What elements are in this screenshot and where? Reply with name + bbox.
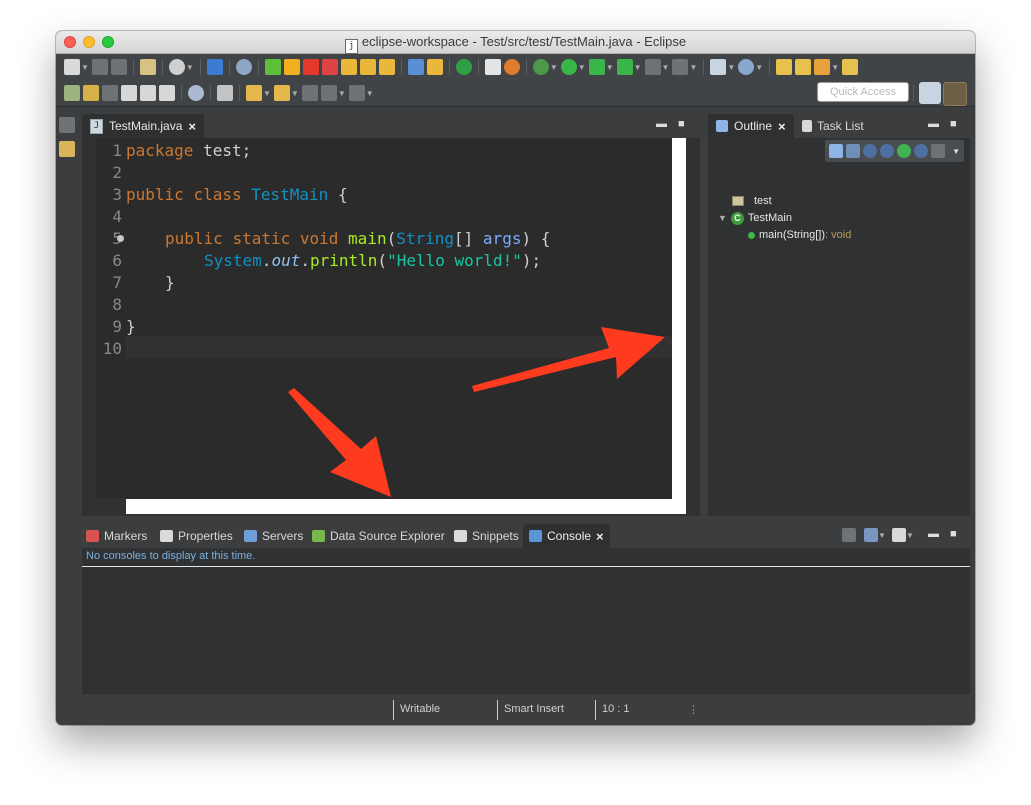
arrow-bottom-scrollbar	[288, 388, 391, 497]
annotation-arrows	[288, 327, 665, 497]
red-arrow-icon	[472, 327, 665, 392]
arrow-right-scrollbar	[472, 327, 665, 392]
red-arrow-icon	[288, 388, 391, 497]
